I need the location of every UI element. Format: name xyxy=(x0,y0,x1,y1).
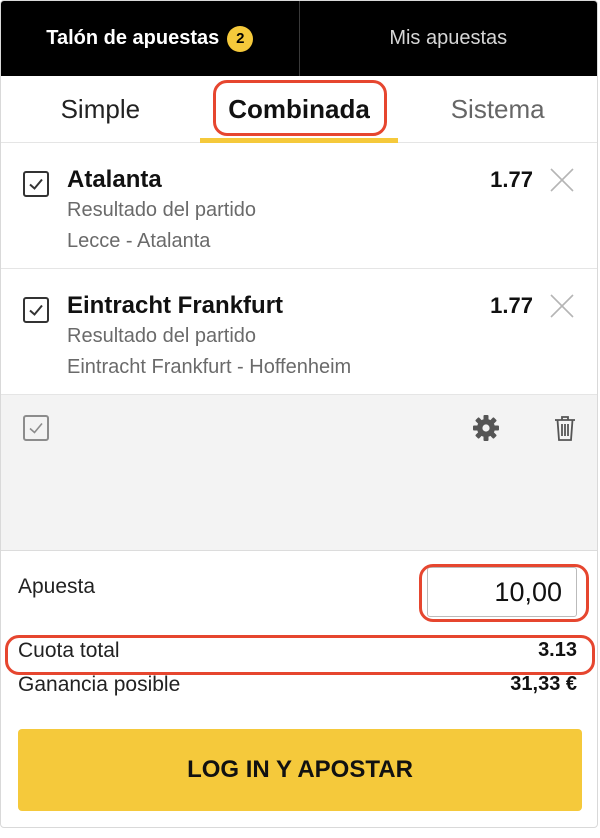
potential-win-row: Ganancia posible 31,33 € xyxy=(1,669,597,703)
betslip-tools xyxy=(1,395,597,551)
checkbox-checked-icon[interactable] xyxy=(23,297,49,323)
tab-system[interactable]: Sistema xyxy=(398,76,597,142)
stake-row: Apuesta xyxy=(1,551,597,635)
selection-match: Lecce - Atalanta xyxy=(67,230,211,252)
close-icon[interactable] xyxy=(549,167,575,193)
stake-input[interactable] xyxy=(427,567,577,617)
selection-item: Atalanta Resultado del partido Lecce - A… xyxy=(1,143,597,269)
tab-combined[interactable]: Combinada xyxy=(199,76,399,143)
potential-win-label: Ganancia posible xyxy=(18,673,181,696)
tab-my-bets[interactable]: Mis apuestas xyxy=(298,1,598,76)
trash-icon[interactable] xyxy=(550,413,580,443)
selection-item: Eintracht Frankfurt Resultado del partid… xyxy=(1,269,597,395)
checkbox-checked-icon[interactable] xyxy=(23,171,49,197)
total-odds-value: 3.13 xyxy=(538,639,577,661)
potential-win-value: 31,33 € xyxy=(510,673,577,695)
close-icon[interactable] xyxy=(549,293,575,319)
tab-betslip-label: Talón de apuestas xyxy=(46,27,220,49)
tab-my-bets-label: Mis apuestas xyxy=(389,27,508,49)
tab-betslip[interactable]: Talón de apuestas 2 xyxy=(1,1,299,76)
gear-icon[interactable] xyxy=(471,413,501,443)
selection-odds: 1.77 xyxy=(490,293,533,318)
bet-type-tabs: Simple Combinada Sistema xyxy=(1,76,597,143)
login-and-bet-button[interactable]: LOG IN Y APOSTAR xyxy=(18,729,582,811)
betslip-count-badge: 2 xyxy=(227,25,254,52)
selection-match: Eintracht Frankfurt - Hoffenheim xyxy=(67,356,352,378)
total-odds-row: Cuota total 3.13 xyxy=(1,635,597,669)
selection-market: Resultado del partido xyxy=(67,199,257,221)
selection-odds: 1.77 xyxy=(490,167,533,192)
stake-label: Apuesta xyxy=(18,575,96,598)
betslip-header-tabs: Talón de apuestas 2 Mis apuestas xyxy=(1,1,597,76)
total-odds-label: Cuota total xyxy=(18,639,120,662)
selection-market: Resultado del partido xyxy=(67,325,257,347)
select-all-checkbox-icon[interactable] xyxy=(23,415,49,441)
betslip-panel: Talón de apuestas 2 Mis apuestas Simple … xyxy=(0,0,598,828)
tab-simple[interactable]: Simple xyxy=(1,76,200,142)
